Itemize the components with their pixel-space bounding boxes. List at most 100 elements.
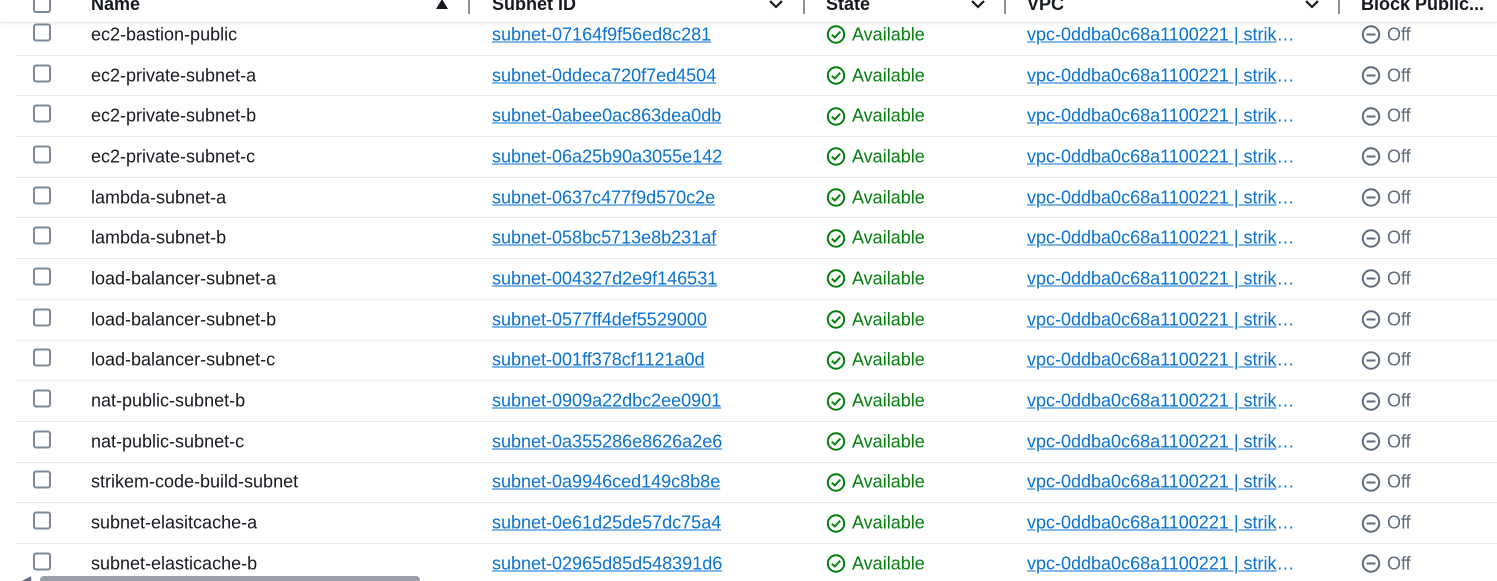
row-checkbox[interactable]	[33, 389, 51, 413]
table-row[interactable]: strikem-code-build-subnet subnet-0a9946ce…	[16, 463, 1497, 504]
vpc-link[interactable]: vpc-0ddba0c68a1100221 | strikem-vpc	[1027, 553, 1298, 574]
vpc-link[interactable]: vpc-0ddba0c68a1100221 | strikem-vpc	[1027, 24, 1298, 45]
subnet-name: subnet-elasticache-b	[91, 553, 258, 574]
block-public-status: Off	[1361, 228, 1411, 249]
subnet-id-link[interactable]: subnet-0abee0ac863dea0db	[492, 106, 721, 127]
column-header-vpc[interactable]: VPC	[1027, 0, 1064, 22]
subnet-name: lambda-subnet-a	[91, 187, 227, 208]
vpc-link[interactable]: vpc-0ddba0c68a1100221 | strikem-vpc	[1027, 309, 1298, 330]
state-status: Available	[826, 513, 925, 534]
vpc-link[interactable]: vpc-0ddba0c68a1100221 | strikem-vpc	[1027, 65, 1298, 86]
table-row[interactable]: lambda-subnet-b subnet-058bc5713e8b231af A…	[16, 218, 1497, 260]
column-resizer[interactable]	[1004, 0, 1006, 14]
minus-circle-icon	[1361, 66, 1381, 85]
table-row[interactable]: ec2-private-subnet-b subnet-0abee0ac863de…	[16, 96, 1497, 138]
row-checkbox[interactable]	[33, 226, 51, 250]
subnet-name: load-balancer-subnet-b	[91, 309, 277, 330]
vpc-link[interactable]: vpc-0ddba0c68a1100221 | strikem-vpc	[1027, 350, 1298, 371]
state-label: Available	[852, 431, 925, 452]
vpc-link[interactable]: vpc-0ddba0c68a1100221 | strikem-vpc	[1027, 268, 1298, 289]
column-resizer[interactable]	[803, 0, 805, 14]
check-circle-icon	[826, 554, 846, 573]
vpc-link[interactable]: vpc-0ddba0c68a1100221 | strikem-vpc	[1027, 513, 1298, 534]
column-header-name-label: Name	[91, 0, 141, 14]
block-public-label: Off	[1387, 471, 1411, 492]
subnet-id-link[interactable]: subnet-004327d2e9f146531	[492, 268, 717, 289]
row-checkbox[interactable]	[33, 64, 51, 87]
subnet-id-link[interactable]: subnet-0637c477f9d570c2e	[492, 187, 715, 208]
block-public-status: Off	[1361, 106, 1411, 127]
subnet-id-link[interactable]: subnet-0e61d25de57dc75a4	[492, 513, 721, 534]
select-all-checkbox[interactable]	[33, 0, 51, 22]
sort-ascending-icon[interactable]	[435, 0, 449, 22]
state-label: Available	[852, 187, 925, 208]
table-row[interactable]: lambda-subnet-a subnet-0637c477f9d570c2e A…	[16, 178, 1497, 219]
row-checkbox[interactable]	[33, 470, 51, 494]
row-checkbox[interactable]	[33, 104, 51, 128]
subnet-id-link[interactable]: subnet-0a9946ced149c8b8e	[492, 472, 720, 493]
row-checkbox[interactable]	[33, 552, 51, 575]
subnet-id-link[interactable]: subnet-07164f9f56ed8c281	[492, 24, 711, 45]
block-public-label: Off	[1387, 309, 1411, 330]
subnet-id-link[interactable]: subnet-0577ff4def5529000	[492, 309, 707, 330]
vpc-link[interactable]: vpc-0ddba0c68a1100221 | strikem-vpc	[1027, 431, 1298, 452]
table-row[interactable]: ec2-private-subnet-a subnet-0ddeca720f7ed…	[16, 56, 1497, 97]
vpc-link[interactable]: vpc-0ddba0c68a1100221 | strikem-vpc	[1027, 228, 1298, 249]
subnet-id-link[interactable]: subnet-0ddeca720f7ed4504	[492, 65, 716, 86]
subnet-id-link[interactable]: subnet-0909a22dbc2ee0901	[492, 391, 721, 412]
subnet-name: load-balancer-subnet-c	[91, 349, 276, 370]
row-checkbox[interactable]	[33, 308, 51, 331]
column-header-block-public-label: Block Public...	[1361, 0, 1485, 14]
row-checkbox[interactable]	[33, 145, 51, 168]
column-header-name[interactable]: Name	[91, 0, 140, 22]
row-checkbox[interactable]	[33, 23, 51, 46]
subnet-id-link[interactable]: subnet-02965d85d548391d6	[492, 553, 722, 574]
subnet-id-link[interactable]: subnet-058bc5713e8b231af	[492, 228, 716, 249]
row-checkbox[interactable]	[33, 267, 51, 290]
subnet-id-link[interactable]: subnet-001ff378cf1121a0d	[492, 350, 705, 371]
table-row[interactable]: nat-public-subnet-c subnet-0a355286e8626a…	[16, 422, 1497, 463]
subnet-id-link[interactable]: subnet-0a355286e8626a2e6	[492, 431, 722, 452]
check-circle-icon	[826, 107, 846, 126]
chevron-down-icon[interactable]	[970, 0, 986, 22]
subnet-name: lambda-subnet-b	[91, 227, 227, 248]
table-row[interactable]: subnet-elasitcache-a subnet-0e61d25de57dc…	[16, 503, 1497, 544]
subnet-name: nat-public-subnet-b	[91, 390, 246, 411]
vpc-link[interactable]: vpc-0ddba0c68a1100221 | strikem-vpc	[1027, 146, 1298, 167]
state-label: Available	[852, 65, 925, 86]
block-public-status: Off	[1361, 553, 1411, 574]
check-circle-icon	[826, 473, 846, 492]
block-public-status: Off	[1361, 187, 1411, 208]
row-checkbox[interactable]	[33, 511, 51, 535]
table-row[interactable]: nat-public-subnet-b subnet-0909a22dbc2ee0…	[16, 381, 1497, 422]
vpc-link[interactable]: vpc-0ddba0c68a1100221 | strikem-vpc	[1027, 391, 1298, 412]
state-status: Available	[826, 431, 925, 452]
chevron-down-icon[interactable]	[768, 0, 784, 22]
vpc-link[interactable]: vpc-0ddba0c68a1100221 | strikem-vpc	[1027, 106, 1298, 127]
scroll-left-icon[interactable]: ◀	[22, 573, 31, 581]
subnets-table: Name Subnet ID State VPC Block Public...	[0, 0, 1497, 581]
column-header-state[interactable]: State	[826, 0, 870, 22]
column-resizer[interactable]	[1338, 0, 1340, 14]
vpc-link[interactable]: vpc-0ddba0c68a1100221 | strikem-vpc	[1027, 472, 1298, 493]
table-row[interactable]: load-balancer-subnet-c subnet-001ff378cf1…	[16, 341, 1497, 382]
vpc-link[interactable]: vpc-0ddba0c68a1100221 | strikem-vpc	[1027, 187, 1298, 208]
state-label: Available	[852, 105, 925, 126]
row-checkbox[interactable]	[33, 186, 51, 209]
table-row[interactable]: load-balancer-subnet-a subnet-004327d2e9f…	[16, 259, 1497, 300]
row-checkbox[interactable]	[33, 430, 51, 453]
check-circle-icon	[826, 513, 846, 533]
chevron-down-icon[interactable]	[1304, 0, 1320, 22]
horizontal-scrollbar[interactable]	[40, 576, 420, 581]
block-public-label: Off	[1387, 65, 1411, 86]
table-body: ec2-bastion-public subnet-07164f9f56ed8c2…	[16, 15, 1497, 581]
row-checkbox[interactable]	[33, 348, 51, 372]
minus-circle-icon	[1361, 25, 1381, 45]
table-row[interactable]: ec2-private-subnet-c subnet-06a25b90a3055…	[16, 137, 1497, 178]
table-row[interactable]: load-balancer-subnet-b subnet-0577ff4def5…	[16, 300, 1497, 341]
column-header-block-public[interactable]: Block Public...	[1361, 0, 1484, 22]
subnet-id-link[interactable]: subnet-06a25b90a3055e142	[492, 146, 722, 167]
column-header-subnet-id[interactable]: Subnet ID	[492, 0, 576, 22]
column-resizer[interactable]	[468, 0, 470, 14]
minus-circle-icon	[1361, 513, 1381, 533]
